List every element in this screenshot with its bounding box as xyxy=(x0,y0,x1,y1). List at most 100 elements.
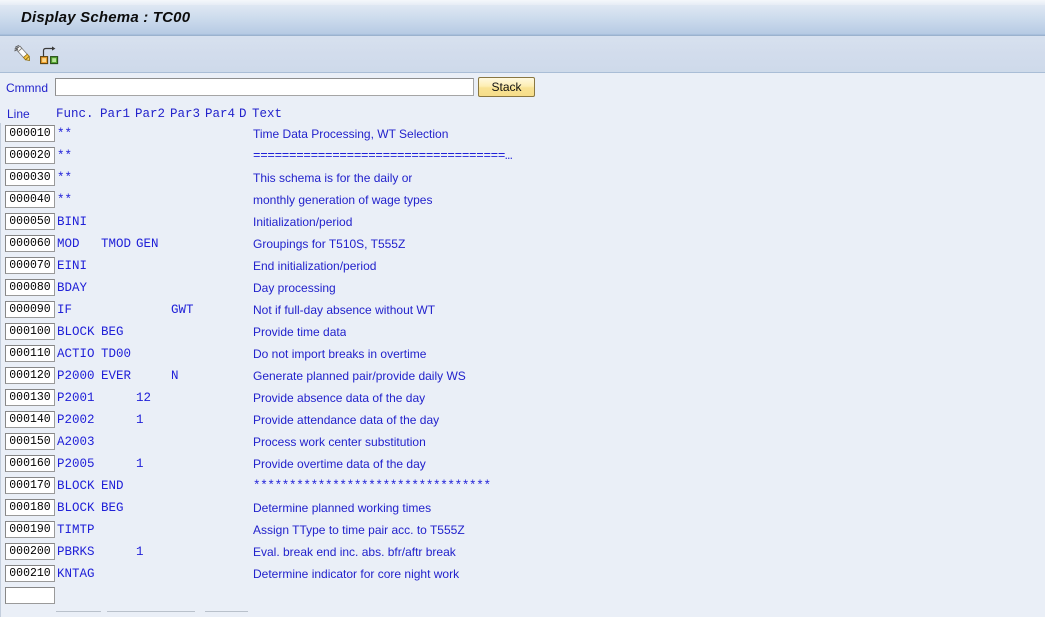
row-text-value[interactable]: Provide absence data of the day xyxy=(253,391,425,405)
row-text-value[interactable]: ===================================… xyxy=(253,149,512,163)
row-func-value[interactable]: MOD xyxy=(57,237,80,251)
row-text-value[interactable]: Provide overtime data of the day xyxy=(253,457,426,471)
row-text-value[interactable]: Time Data Processing, WT Selection xyxy=(253,127,448,141)
hierarchy-structure-icon[interactable] xyxy=(37,42,61,66)
table-row[interactable]: TIMTP Assign TType to time pair acc. to T… xyxy=(1,519,1045,541)
row-func-value[interactable]: BLOCK xyxy=(57,501,95,515)
row-line-number-input[interactable] xyxy=(5,279,55,296)
row-par1-value[interactable]: EVER xyxy=(101,369,131,383)
row-text-value[interactable]: Not if full-day absence without WT xyxy=(253,303,435,317)
table-row[interactable]: P2000 EVER N Generate planned pair/provide … xyxy=(1,365,1045,387)
row-line-number-input[interactable] xyxy=(5,257,55,274)
row-par1-value[interactable]: BEG xyxy=(101,501,124,515)
row-func-value[interactable]: P2002 xyxy=(57,413,95,427)
row-line-number-input[interactable] xyxy=(5,367,55,384)
row-text-value[interactable]: Eval. break end inc. abs. bfr/aftr break xyxy=(253,545,456,559)
row-func-value[interactable]: ** xyxy=(57,127,72,141)
row-line-number-input[interactable] xyxy=(5,389,55,406)
row-line-number-input[interactable] xyxy=(5,345,55,362)
row-line-number-input[interactable] xyxy=(5,125,55,142)
table-row[interactable]: A2003 Process work center substitution xyxy=(1,431,1045,453)
row-func-value[interactable]: EINI xyxy=(57,259,87,273)
row-line-number-input[interactable] xyxy=(5,477,55,494)
row-func-value[interactable]: P2001 xyxy=(57,391,95,405)
row-line-number-input[interactable] xyxy=(5,213,55,230)
row-line-number-input[interactable] xyxy=(5,191,55,208)
row-line-number-input[interactable] xyxy=(5,147,55,164)
row-par2-value[interactable]: 1 xyxy=(136,457,144,471)
row-line-number-input[interactable] xyxy=(5,235,55,252)
row-par3-value[interactable]: GWT xyxy=(171,303,194,317)
command-input[interactable] xyxy=(55,78,474,96)
table-row[interactable]: ** ===================================… xyxy=(1,145,1045,167)
row-line-number-input[interactable] xyxy=(5,169,55,186)
row-func-value[interactable]: BLOCK xyxy=(57,479,95,493)
row-text-value[interactable]: Process work center substitution xyxy=(253,435,426,449)
row-text-value[interactable]: Groupings for T510S, T555Z xyxy=(253,237,405,251)
row-line-number-input[interactable] xyxy=(5,433,55,450)
stack-button[interactable]: Stack xyxy=(478,77,535,97)
row-line-number-input[interactable] xyxy=(5,543,55,560)
table-row[interactable]: MOD TMOD GEN Groupings for T510S, T555Z xyxy=(1,233,1045,255)
row-func-value[interactable]: ** xyxy=(57,149,72,163)
table-row[interactable]: KNTAG Determine indicator for core night … xyxy=(1,563,1045,585)
row-par2-value[interactable]: 1 xyxy=(136,413,144,427)
row-par2-value[interactable]: 12 xyxy=(136,391,151,405)
row-text-value[interactable]: End initialization/period xyxy=(253,259,376,273)
row-text-value[interactable]: This schema is for the daily or xyxy=(253,171,412,185)
row-line-number-input[interactable] xyxy=(5,587,55,604)
row-func-value[interactable]: ** xyxy=(57,193,72,207)
row-line-number-input[interactable] xyxy=(5,455,55,472)
row-text-value[interactable]: Provide time data xyxy=(253,325,346,339)
row-func-value[interactable]: P2005 xyxy=(57,457,95,471)
table-row[interactable]: BLOCK END ********************************… xyxy=(1,475,1045,497)
row-line-number-input[interactable] xyxy=(5,323,55,340)
table-row[interactable] xyxy=(1,585,1045,607)
row-line-number-input[interactable] xyxy=(5,565,55,582)
table-row[interactable]: ACTIO TD00 Do not import breaks in overtim… xyxy=(1,343,1045,365)
row-text-value[interactable]: Determine planned working times xyxy=(253,501,431,515)
row-text-value[interactable]: monthly generation of wage types xyxy=(253,193,432,207)
row-func-value[interactable]: PBRKS xyxy=(57,545,95,559)
table-row[interactable]: BINI Initialization/period xyxy=(1,211,1045,233)
row-text-value[interactable]: Day processing xyxy=(253,281,336,295)
row-func-value[interactable]: IF xyxy=(57,303,72,317)
table-row[interactable]: BDAY Day processing xyxy=(1,277,1045,299)
row-par2-value[interactable]: GEN xyxy=(136,237,159,251)
row-func-value[interactable]: BDAY xyxy=(57,281,87,295)
row-text-value[interactable]: Provide attendance data of the day xyxy=(253,413,439,427)
table-row[interactable]: P2001 12 Provide absence data of the day xyxy=(1,387,1045,409)
table-row[interactable]: IF GWT Not if full-day absence without WT xyxy=(1,299,1045,321)
row-par1-value[interactable]: END xyxy=(101,479,124,493)
row-line-number-input[interactable] xyxy=(5,301,55,318)
row-func-value[interactable]: TIMTP xyxy=(57,523,95,537)
row-func-value[interactable]: BINI xyxy=(57,215,87,229)
row-func-value[interactable]: KNTAG xyxy=(57,567,95,581)
row-func-value[interactable]: ACTIO xyxy=(57,347,95,361)
table-row[interactable]: BLOCK BEG Provide time data xyxy=(1,321,1045,343)
table-row[interactable]: ** monthly generation of wage types xyxy=(1,189,1045,211)
row-text-value[interactable]: Determine indicator for core night work xyxy=(253,567,459,581)
row-par1-value[interactable]: TD00 xyxy=(101,347,131,361)
row-par3-value[interactable]: N xyxy=(171,369,179,383)
row-par2-value[interactable]: 1 xyxy=(136,545,144,559)
table-row[interactable]: P2002 1 Provide attendance data of the day xyxy=(1,409,1045,431)
row-func-value[interactable]: BLOCK xyxy=(57,325,95,339)
table-row[interactable]: ** Time Data Processing, WT Selection xyxy=(1,123,1045,145)
row-func-value[interactable]: ** xyxy=(57,171,72,185)
row-line-number-input[interactable] xyxy=(5,499,55,516)
pencil-edit-icon[interactable] xyxy=(11,42,35,66)
row-func-value[interactable]: A2003 xyxy=(57,435,95,449)
row-par1-value[interactable]: BEG xyxy=(101,325,124,339)
table-row[interactable]: P2005 1 Provide overtime data of the day xyxy=(1,453,1045,475)
table-row[interactable]: PBRKS 1 Eval. break end inc. abs. bfr/aftr… xyxy=(1,541,1045,563)
row-line-number-input[interactable] xyxy=(5,521,55,538)
table-row[interactable]: ** This schema is for the daily or xyxy=(1,167,1045,189)
row-line-number-input[interactable] xyxy=(5,411,55,428)
row-text-value[interactable]: Assign TType to time pair acc. to T555Z xyxy=(253,523,465,537)
row-text-value[interactable]: Initialization/period xyxy=(253,215,352,229)
row-text-value[interactable]: Do not import breaks in overtime xyxy=(253,347,426,361)
row-func-value[interactable]: P2000 xyxy=(57,369,95,383)
table-row[interactable]: EINI End initialization/period xyxy=(1,255,1045,277)
row-text-value[interactable]: ********************************* xyxy=(253,479,491,493)
